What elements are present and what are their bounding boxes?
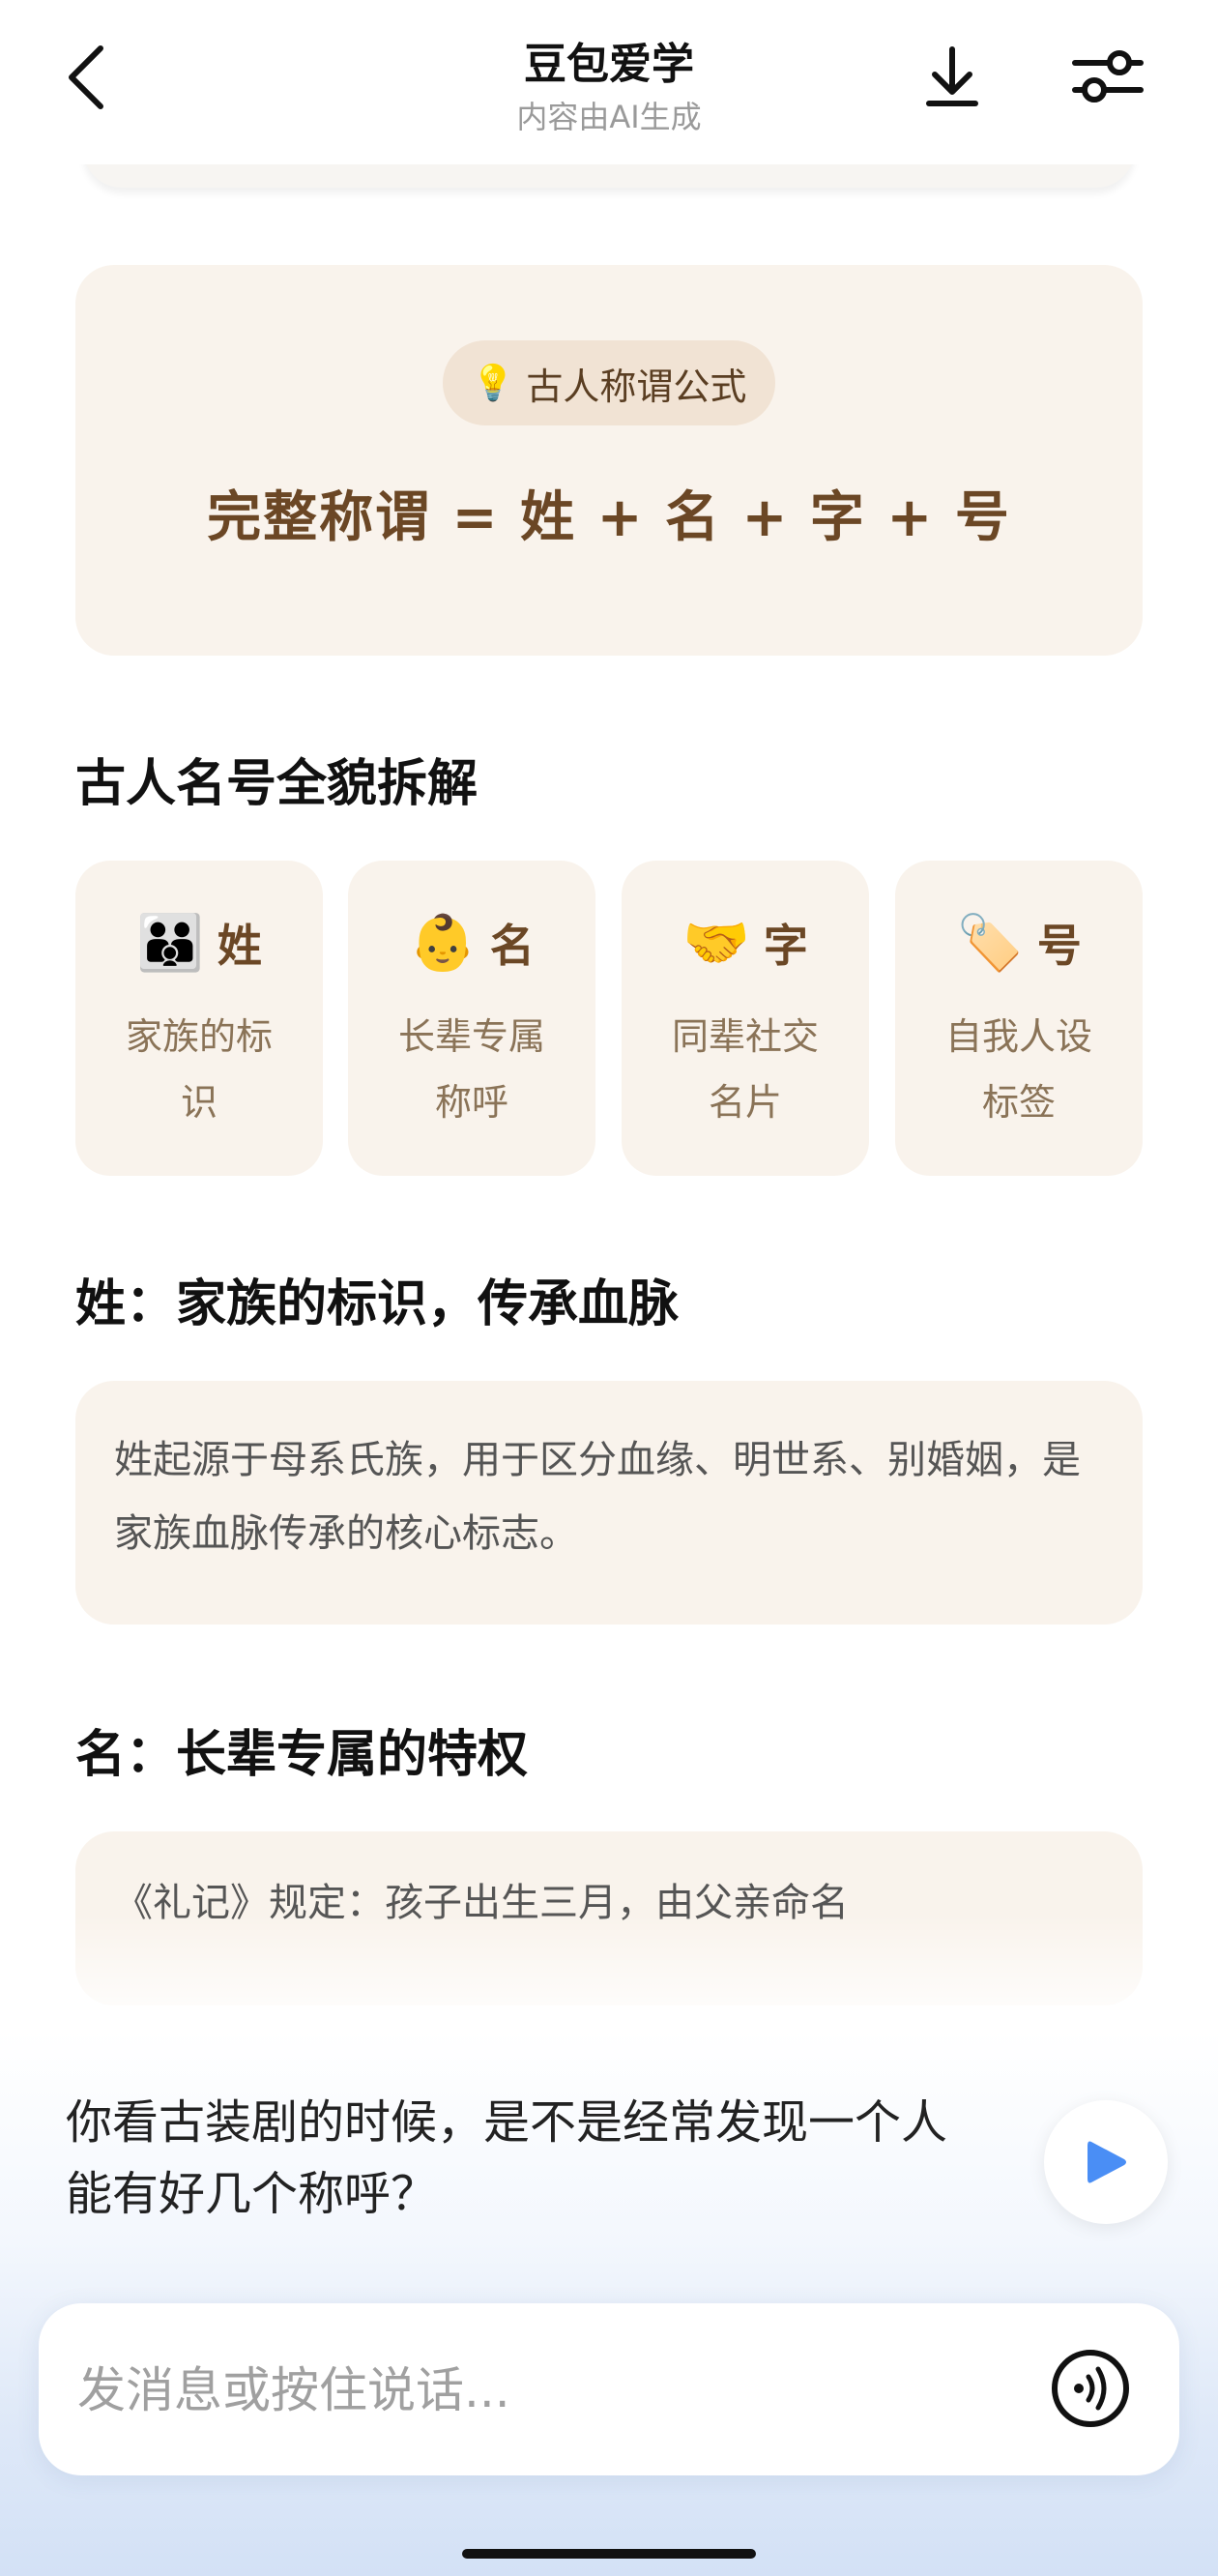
bottom-fade [0,1915,1218,2576]
component-card-courtesy-name: 🤝 字 同辈社交名片 [622,861,869,1176]
component-head: 👪 姓 [75,911,323,975]
settings-button[interactable] [1071,43,1145,110]
formula-card: 💡 古人称谓公式 完整称谓 = 姓 + 名 + 字 + 号 [75,265,1143,656]
play-icon [1088,2141,1126,2183]
family-icon: 👪 [136,912,204,975]
baby-icon: 👶 [409,912,477,975]
component-head: 👶 名 [348,911,595,975]
voice-button[interactable] [1048,2346,1133,2431]
download-icon [926,46,978,106]
component-card-name: 👶 名 长辈专属称呼 [348,861,595,1176]
prompt-text: 你看古装剧的时候，是不是经常发现一个人能有好几个称呼？ [66,2095,948,2221]
top-bar: 豆包爱学 内容由AI生成 [0,0,1218,164]
component-head: 🏷️ 号 [895,911,1143,975]
surname-card: 姓起源于母系氏族，用于区分血缘、明世系、别婚姻，是家族血脉传承的核心标志。 [75,1381,1143,1625]
component-head: 🤝 字 [622,911,869,975]
component-desc: 同辈社交名片 [671,1015,819,1124]
message-input[interactable] [75,2344,949,2437]
sliders-icon [1072,50,1144,102]
component-desc: 家族的标识 [125,1015,273,1124]
lightbulb-icon: 💡 [471,364,515,403]
surname-heading: 姓：家族的标识，传承血脉 [75,1275,680,1333]
component-char: 姓 [217,920,262,972]
voice-wave-icon [1052,2350,1129,2427]
component-char: 字 [763,920,808,972]
name-heading: 名：长辈专属的特权 [75,1726,529,1784]
component-card-surname: 👪 姓 家族的标识 [75,861,323,1176]
component-card-art-name: 🏷️ 号 自我人设标签 [895,861,1143,1176]
page-subtitle: 内容由AI生成 [516,99,702,135]
home-indicator [462,2549,756,2559]
handshake-icon: 🤝 [682,912,750,975]
component-desc: 长辈专属称呼 [397,1015,545,1124]
page-title: 豆包爱学 [524,40,694,89]
component-char: 名 [489,920,535,972]
component-char: 号 [1036,920,1082,972]
play-button[interactable] [1044,2100,1168,2224]
message-input-bar [39,2303,1179,2475]
tag-icon: 🏷️ [956,912,1024,975]
download-button[interactable] [918,39,986,116]
formula-pill-label: 古人称谓公式 [526,365,747,408]
formula-pill: 💡 古人称谓公式 [443,340,775,425]
formula-text: 完整称谓 = 姓 + 名 + 字 + 号 [207,486,1011,549]
component-desc: 自我人设标签 [944,1015,1092,1124]
overview-heading: 古人名号全貌拆解 [75,755,478,813]
surname-text: 姓起源于母系氏族，用于区分血缘、明世系、别婚姻，是家族血脉传承的核心标志。 [114,1438,1081,1556]
